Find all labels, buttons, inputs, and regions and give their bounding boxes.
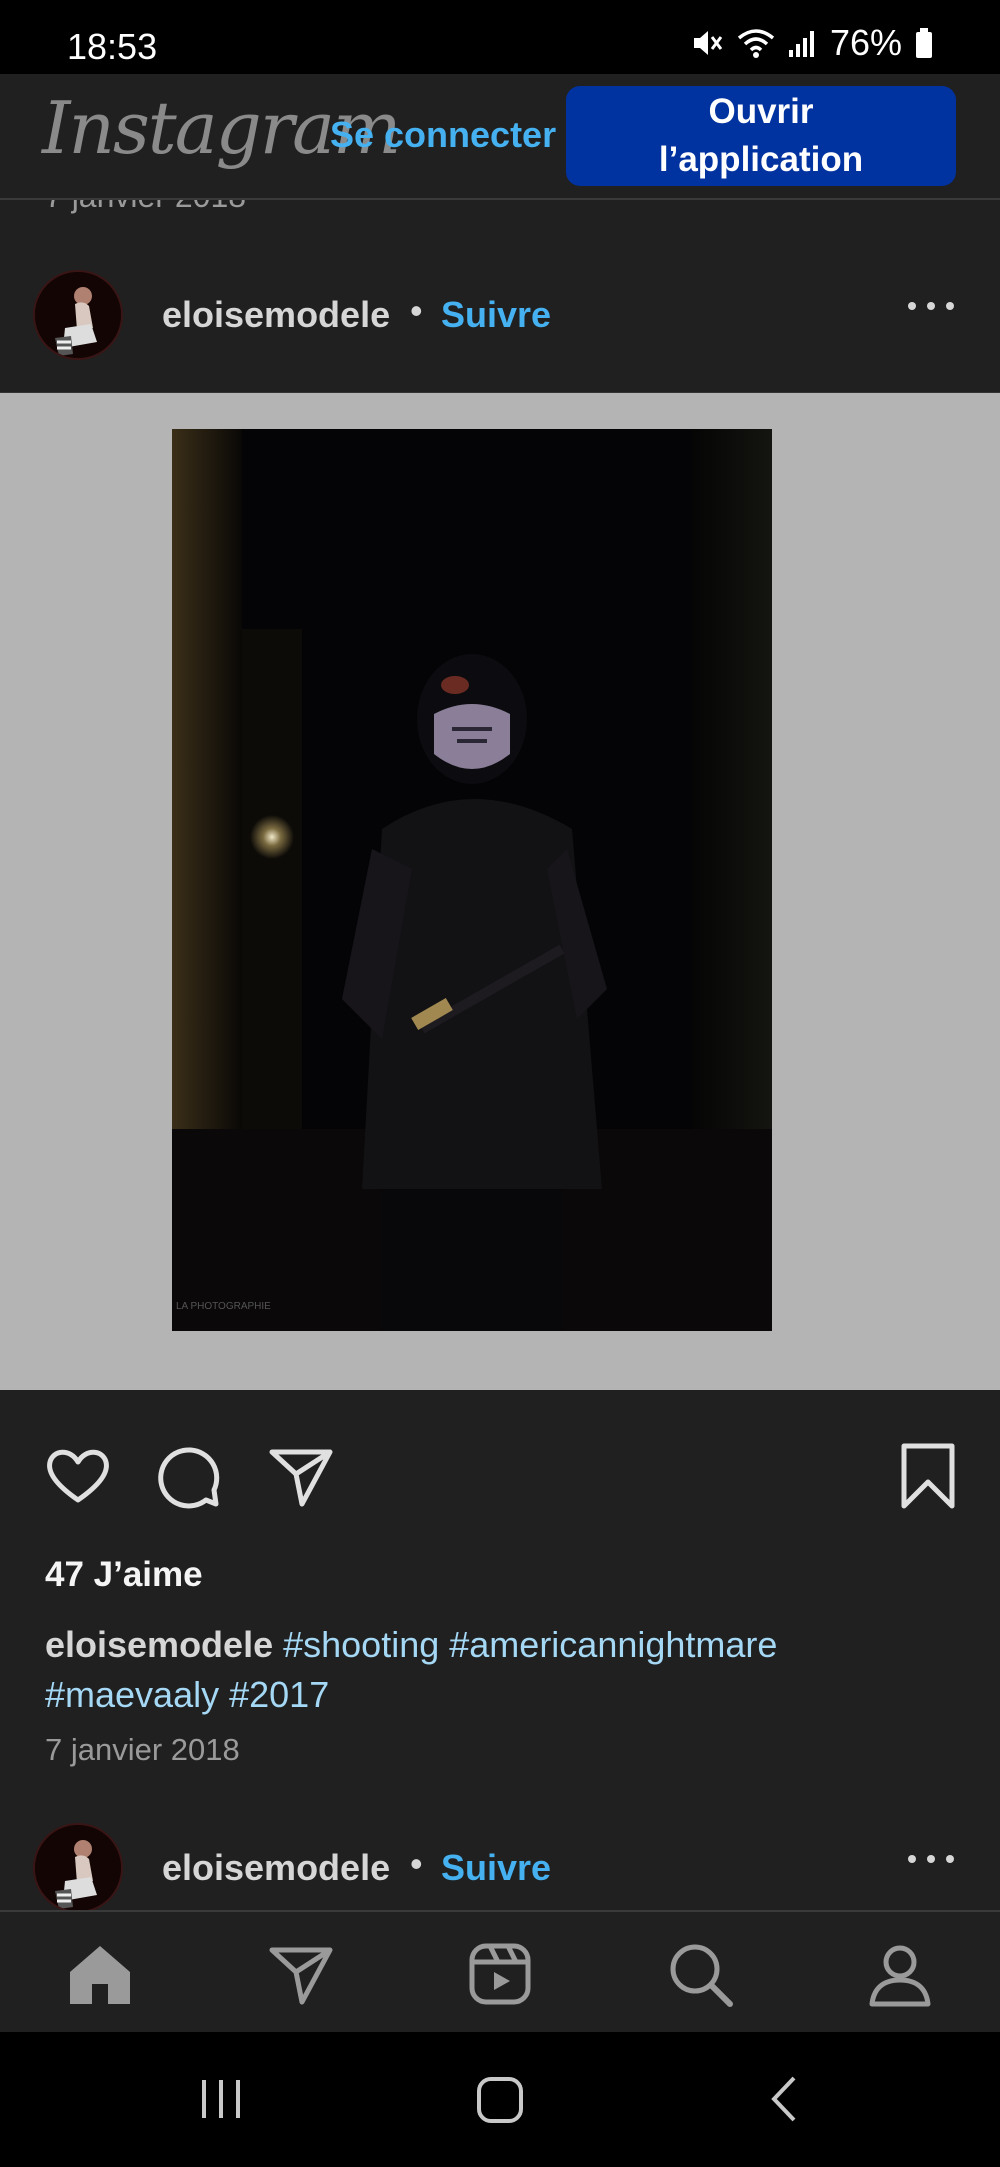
post-header: eloisemodele • Suivre [0, 250, 1000, 370]
direct-icon[interactable] [264, 1938, 336, 2010]
more-dot [927, 302, 935, 310]
hashtag[interactable]: #maevaaly [45, 1674, 219, 1715]
wifi-icon [737, 29, 775, 58]
status-bar: 18:53 76% [0, 0, 1000, 74]
system-nav-bar [0, 2032, 1000, 2167]
battery-percent: 76% [829, 22, 902, 63]
status-icons: 76% [690, 22, 934, 64]
mute-icon [693, 31, 723, 55]
previous-post-date: 7 janvier 2018 [45, 200, 246, 215]
avatar[interactable] [33, 270, 123, 360]
open-app-label-line2: l’application [658, 140, 864, 179]
login-link[interactable]: Se connecter [330, 114, 556, 156]
like-icon[interactable] [42, 1440, 114, 1512]
home-button-icon[interactable] [474, 2074, 526, 2126]
follow-button[interactable]: Suivre [441, 1847, 551, 1889]
post-date: 7 janvier 2018 [45, 1732, 240, 1767]
back-icon[interactable] [760, 2074, 810, 2124]
post-caption: eloisemodele #shooting #americannightmar… [45, 1620, 965, 1720]
likes-count[interactable]: 47 J’aime [45, 1555, 203, 1595]
next-post-username[interactable]: eloisemodele [162, 1847, 390, 1889]
hashtag[interactable]: #2017 [229, 1674, 329, 1715]
recent-apps-icon[interactable] [196, 2074, 246, 2124]
comment-icon[interactable] [152, 1440, 224, 1512]
more-dot [946, 302, 954, 310]
next-post-header: eloisemodele • Suivre [0, 1803, 1000, 1910]
save-icon[interactable] [892, 1440, 964, 1512]
more-options-button[interactable] [908, 1847, 954, 1871]
more-dot [946, 1855, 954, 1863]
signal-icon [788, 31, 814, 57]
profile-icon[interactable] [864, 1938, 936, 2010]
post-username[interactable]: eloisemodele [162, 294, 390, 336]
separator-dot: • [410, 290, 423, 331]
feed[interactable]: 7 janvier 2018 eloisemodele • Suivre [0, 200, 1000, 1910]
separator-dot: • [410, 1843, 423, 1884]
post-actions [0, 1440, 1000, 1520]
photo-watermark: LA PHOTOGRAPHIE [176, 1301, 271, 1312]
status-time: 18:53 [67, 26, 158, 67]
follow-button[interactable]: Suivre [441, 294, 551, 336]
search-icon[interactable] [664, 1938, 736, 2010]
share-icon[interactable] [264, 1440, 336, 1512]
more-dot [908, 1855, 916, 1863]
app-header: Instagram Se connecter Ouvrir l’applicat… [0, 74, 1000, 200]
battery-icon [916, 28, 932, 58]
hashtag[interactable]: #shooting [283, 1624, 439, 1665]
open-app-button[interactable]: Ouvrir l’application [566, 86, 956, 186]
bottom-nav [0, 1910, 1000, 2032]
more-options-button[interactable] [908, 294, 954, 318]
more-dot [908, 302, 916, 310]
more-dot [927, 1855, 935, 1863]
avatar[interactable] [33, 1823, 123, 1910]
caption-username[interactable]: eloisemodele [45, 1624, 273, 1665]
reels-icon[interactable] [464, 1938, 536, 2010]
hashtag[interactable]: #americannightmare [449, 1624, 777, 1665]
post-media[interactable]: LA PHOTOGRAPHIE [0, 392, 1000, 1390]
open-app-label-line1: Ouvrir [708, 92, 814, 131]
post-photo[interactable]: LA PHOTOGRAPHIE [172, 429, 772, 1331]
home-icon[interactable] [64, 1938, 136, 2010]
